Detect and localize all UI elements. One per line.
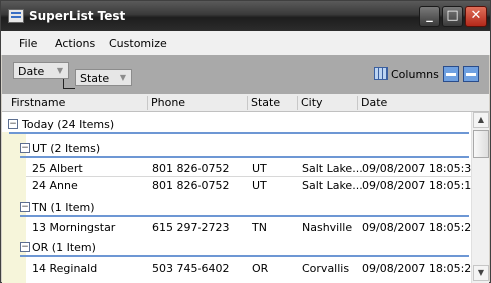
columns-label: Columns: [391, 68, 439, 81]
menu-bar: File Actions Customize: [1, 31, 490, 55]
menu-file[interactable]: File: [19, 37, 37, 50]
window-title: SuperList Test: [29, 9, 126, 23]
column-header-city[interactable]: City: [301, 96, 323, 109]
group-header-ut[interactable]: − UT (2 Items): [2, 138, 471, 158]
menu-customize[interactable]: Customize: [109, 37, 167, 50]
group-chip-date-label: Date: [18, 65, 45, 78]
column-header-date[interactable]: Date: [361, 96, 387, 109]
chevron-down-icon: ▼: [119, 73, 127, 82]
table-row[interactable]: 13 Morningstar 615 297-2723 TN Nashville…: [2, 217, 471, 237]
table-row[interactable]: 24 Anne 801 826-0752 UT Salt Lake... 09/…: [2, 175, 471, 195]
chevron-down-icon: ▼: [56, 66, 64, 75]
group-header-tn[interactable]: − TN (1 Item): [2, 197, 471, 217]
columns-icon: [374, 67, 388, 80]
column-header: Firstname Phone State City Date: [2, 94, 489, 112]
title-bar[interactable]: SuperList Test _ □ ✕: [1, 1, 490, 31]
table-row[interactable]: 14 Reginald 503 745-6402 OR Corvallis 09…: [2, 258, 471, 278]
collapse-icon[interactable]: −: [8, 119, 18, 129]
columns-button[interactable]: Columns: [374, 67, 439, 81]
collapse-icon[interactable]: −: [20, 242, 30, 252]
group-chip-date[interactable]: Date ▼: [13, 62, 69, 79]
maximize-button[interactable]: □: [442, 6, 463, 27]
group-chip-state[interactable]: State ▼: [75, 69, 132, 86]
column-header-phone[interactable]: Phone: [151, 96, 185, 109]
group-connector: [63, 79, 75, 89]
group-header-today[interactable]: − Today (24 Items): [2, 114, 471, 134]
menu-actions[interactable]: Actions: [55, 37, 95, 50]
list-grid: − Today (24 Items) − UT (2 Items) 25 Alb…: [2, 112, 471, 283]
expand-all-icon[interactable]: [463, 66, 479, 82]
column-header-firstname[interactable]: Firstname: [11, 96, 65, 109]
group-chip-state-label: State: [80, 72, 110, 85]
scroll-down-icon[interactable]: ▼: [473, 265, 489, 281]
app-icon: [8, 9, 24, 23]
collapse-icon[interactable]: −: [20, 202, 30, 212]
scroll-thumb[interactable]: [473, 130, 489, 158]
vertical-scrollbar[interactable]: ▲ ▼: [471, 112, 489, 283]
main-window: SuperList Test _ □ ✕ File Actions Custom…: [0, 0, 491, 283]
collapse-all-icon[interactable]: [443, 66, 459, 82]
group-by-panel: Date ▼ State ▼ Columns: [2, 55, 489, 94]
scroll-up-icon[interactable]: ▲: [473, 112, 489, 128]
collapse-icon[interactable]: −: [20, 143, 30, 153]
minimize-button[interactable]: _: [419, 6, 440, 27]
column-header-state[interactable]: State: [251, 96, 280, 109]
group-header-or[interactable]: − OR (1 Item): [2, 237, 471, 257]
close-button[interactable]: ✕: [465, 6, 487, 27]
